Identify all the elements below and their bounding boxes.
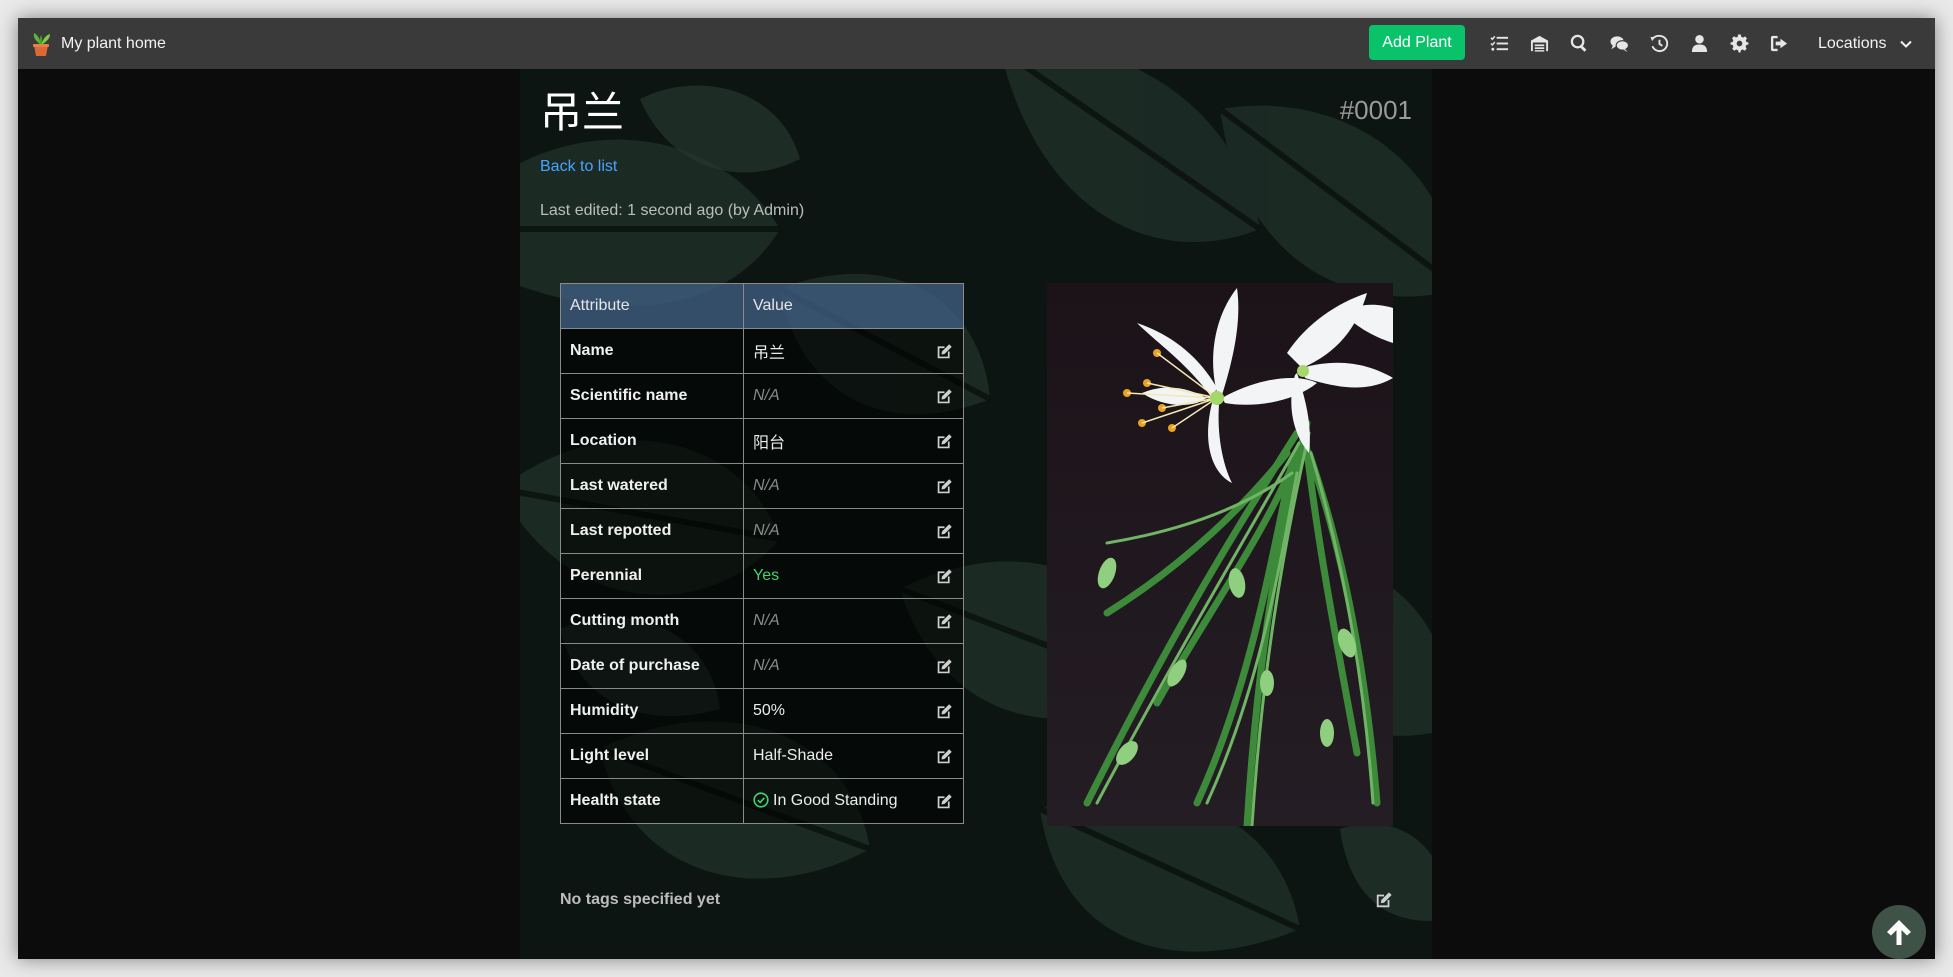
- plant-logo-icon: [33, 32, 50, 56]
- attribute-value: N/A: [753, 612, 780, 629]
- table-row: Health state In Good Standing: [560, 778, 964, 824]
- attribute-value-cell: N/A: [743, 373, 964, 419]
- attribute-value: 吊兰: [753, 345, 786, 362]
- edit-icon[interactable]: [936, 793, 953, 810]
- attributes-table: Attribute Value Name 吊兰 Scientific name N/A…: [560, 283, 964, 824]
- tags-empty-text: No tags specified yet: [560, 891, 721, 908]
- tags-row: No tags specified yet: [560, 886, 1393, 916]
- attribute-key: Date of purchase: [560, 643, 744, 689]
- plant-photo[interactable]: [1047, 283, 1393, 826]
- plant-detail: 吊兰 #0001 Back to list Last edited: 1 sec…: [520, 69, 1432, 959]
- back-to-list-link[interactable]: Back to list: [540, 158, 617, 176]
- navbar: My plant home Add Plant Locations: [18, 18, 1935, 69]
- edit-icon[interactable]: [936, 388, 953, 405]
- table-row: Date of purchase N/A: [560, 643, 964, 689]
- history-icon[interactable]: [1647, 31, 1671, 55]
- edit-icon[interactable]: [936, 343, 953, 360]
- edit-icon[interactable]: [936, 433, 953, 450]
- settings-icon[interactable]: [1727, 31, 1751, 55]
- table-row: Last watered N/A: [560, 463, 964, 509]
- table-row: Humidity 50%: [560, 688, 964, 734]
- attribute-key: Name: [560, 328, 744, 374]
- edit-icon[interactable]: [936, 613, 953, 630]
- edit-tags-icon[interactable]: [1375, 891, 1393, 909]
- attribute-value-cell: N/A: [743, 598, 964, 644]
- attribute-value-cell: N/A: [743, 643, 964, 689]
- scroll-to-top-button[interactable]: [1872, 905, 1926, 959]
- table-row: Cutting month N/A: [560, 598, 964, 644]
- check-circle-icon: [753, 792, 769, 808]
- attribute-value: N/A: [753, 387, 780, 404]
- attribute-value: N/A: [753, 657, 780, 674]
- brand-link[interactable]: My plant home: [30, 18, 166, 69]
- attribute-value: Half-Shade: [753, 747, 834, 764]
- attribute-value-cell: N/A: [743, 508, 964, 554]
- attribute-value: 50%: [753, 702, 786, 719]
- chevron-down-icon: [1899, 40, 1912, 48]
- logout-icon[interactable]: [1767, 31, 1791, 55]
- last-edited-text: Last edited: 1 second ago (by Admin): [540, 202, 805, 219]
- attribute-key: Humidity: [560, 688, 744, 734]
- attribute-key: Scientific name: [560, 373, 744, 419]
- attribute-value-cell: Yes: [743, 553, 964, 599]
- attribute-key: Light level: [560, 733, 744, 779]
- attribute-value-cell: 阳台: [743, 418, 964, 464]
- user-icon[interactable]: [1687, 31, 1711, 55]
- edit-icon[interactable]: [936, 658, 953, 675]
- inventory-icon[interactable]: [1527, 31, 1551, 55]
- tasks-icon[interactable]: [1487, 31, 1511, 55]
- app-window: My plant home Add Plant Locations 吊兰 #00…: [18, 18, 1935, 959]
- chat-icon[interactable]: [1607, 31, 1631, 55]
- edit-icon[interactable]: [936, 478, 953, 495]
- arrow-up-icon: [1887, 920, 1911, 945]
- attribute-value-cell: Half-Shade: [743, 733, 964, 779]
- brand-title: My plant home: [61, 34, 166, 52]
- table-row: Location 阳台: [560, 418, 964, 464]
- attribute-value: In Good Standing: [773, 792, 898, 809]
- edit-icon[interactable]: [936, 748, 953, 765]
- value-header: Value: [743, 283, 964, 329]
- table-row: Light level Half-Shade: [560, 733, 964, 779]
- table-row: Last repotted N/A: [560, 508, 964, 554]
- attribute-key: Location: [560, 418, 744, 464]
- plant-id: #0001: [1339, 95, 1412, 125]
- table-row: Name 吊兰: [560, 328, 964, 374]
- attribute-value-cell: N/A: [743, 463, 964, 509]
- attribute-header: Attribute: [560, 283, 744, 329]
- attribute-value: N/A: [753, 522, 780, 539]
- attribute-value-cell: In Good Standing: [743, 778, 964, 824]
- table-row: Scientific name N/A: [560, 373, 964, 419]
- attribute-key: Last repotted: [560, 508, 744, 554]
- edit-icon[interactable]: [936, 568, 953, 585]
- attribute-value: N/A: [753, 477, 780, 494]
- attribute-value-cell: 吊兰: [743, 328, 964, 374]
- table-row: Perennial Yes: [560, 553, 964, 599]
- attribute-value-cell: 50%: [743, 688, 964, 734]
- page-title: 吊兰: [540, 88, 625, 137]
- locations-label: Locations: [1818, 34, 1887, 52]
- edit-icon[interactable]: [936, 523, 953, 540]
- search-icon[interactable]: [1567, 31, 1591, 55]
- locations-dropdown[interactable]: Locations: [1818, 18, 1913, 69]
- attribute-key: Last watered: [560, 463, 744, 509]
- add-plant-button[interactable]: Add Plant: [1369, 25, 1465, 60]
- attribute-value: Yes: [753, 567, 780, 584]
- edit-icon[interactable]: [936, 703, 953, 720]
- attribute-key: Cutting month: [560, 598, 744, 644]
- attribute-value: 阳台: [753, 435, 786, 452]
- attribute-key: Perennial: [560, 553, 744, 599]
- attribute-key: Health state: [560, 778, 744, 824]
- table-header-row: Attribute Value: [560, 283, 964, 329]
